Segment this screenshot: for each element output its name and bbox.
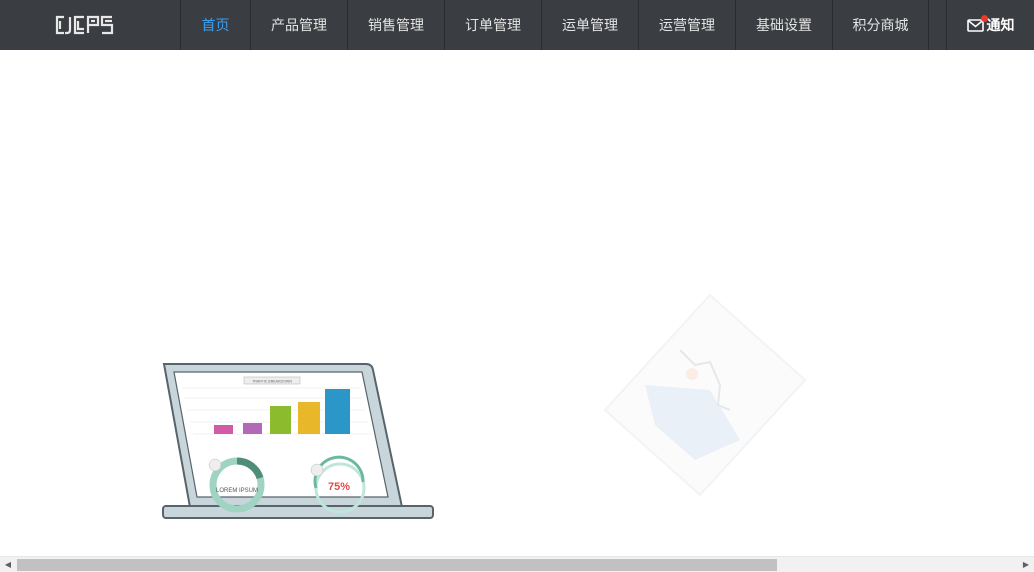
nav-order-management[interactable]: 订单管理 xyxy=(444,0,541,50)
laptop-dashboard-illustration: TRAFFIC BREAKDOWN LOREM IPSUM 75% xyxy=(160,360,436,520)
notification-label: 通知 xyxy=(986,18,1015,34)
unread-badge xyxy=(980,14,988,22)
scroll-left-icon[interactable]: ◀ xyxy=(0,557,16,572)
horizontal-scrollbar[interactable]: ◀ ▶ xyxy=(0,556,1034,572)
ring-value-right: 75% xyxy=(328,481,350,493)
screen-title: TRAFFIC BREAKDOWN xyxy=(252,380,292,384)
nav-home[interactable]: 首页 xyxy=(180,0,250,50)
logo[interactable] xyxy=(54,12,126,38)
nav-product-management[interactable]: 产品管理 xyxy=(250,0,347,50)
ring-label-left: LOREM IPSUM xyxy=(216,488,258,494)
nav-waybill-management[interactable]: 运单管理 xyxy=(541,0,638,50)
chart-bar-5 xyxy=(325,389,350,434)
chart-bar-3 xyxy=(270,406,291,434)
main-nav: 首页 产品管理 销售管理 订单管理 运单管理 运营管理 基础设置 积分商城 xyxy=(180,0,929,50)
nav-basic-settings[interactable]: 基础设置 xyxy=(735,0,832,50)
nav-sales-management[interactable]: 销售管理 xyxy=(347,0,444,50)
map-illustration xyxy=(600,290,810,500)
chart-bar-1 xyxy=(214,425,233,434)
chart-bar-4 xyxy=(298,402,320,434)
nav-points-mall[interactable]: 积分商城 xyxy=(832,0,929,50)
main-content xyxy=(0,50,1034,556)
cjcps-logo-icon xyxy=(55,15,114,35)
chart-bar-2 xyxy=(243,423,262,434)
top-navigation-bar: 首页 产品管理 销售管理 订单管理 运单管理 运营管理 基础设置 积分商城 通知 xyxy=(0,0,1034,50)
scrollbar-thumb[interactable] xyxy=(17,559,777,571)
mail-icon xyxy=(966,14,988,32)
scroll-right-icon[interactable]: ▶ xyxy=(1018,557,1034,572)
nav-operations-management[interactable]: 运营管理 xyxy=(638,0,735,50)
notification-button[interactable]: 通知 xyxy=(946,0,1034,50)
